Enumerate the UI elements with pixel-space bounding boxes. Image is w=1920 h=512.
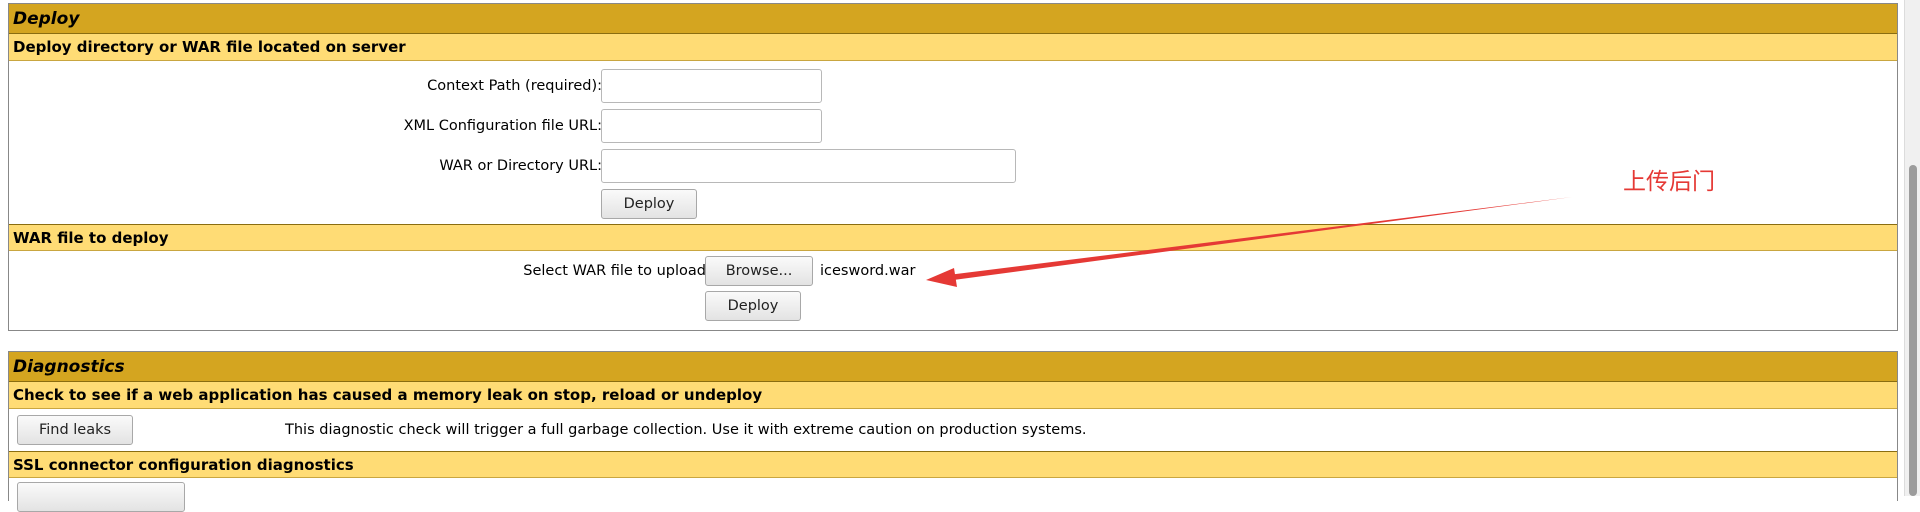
- vertical-scrollbar[interactable]: [1904, 0, 1920, 496]
- annotation-arrow-head: [926, 268, 957, 287]
- scrollbar-thumb[interactable]: [1909, 165, 1917, 496]
- annotation-arrow: [926, 197, 1572, 287]
- annotation-label: 上传后门: [1623, 169, 1715, 195]
- annotation-arrow-shaft: [946, 197, 1572, 281]
